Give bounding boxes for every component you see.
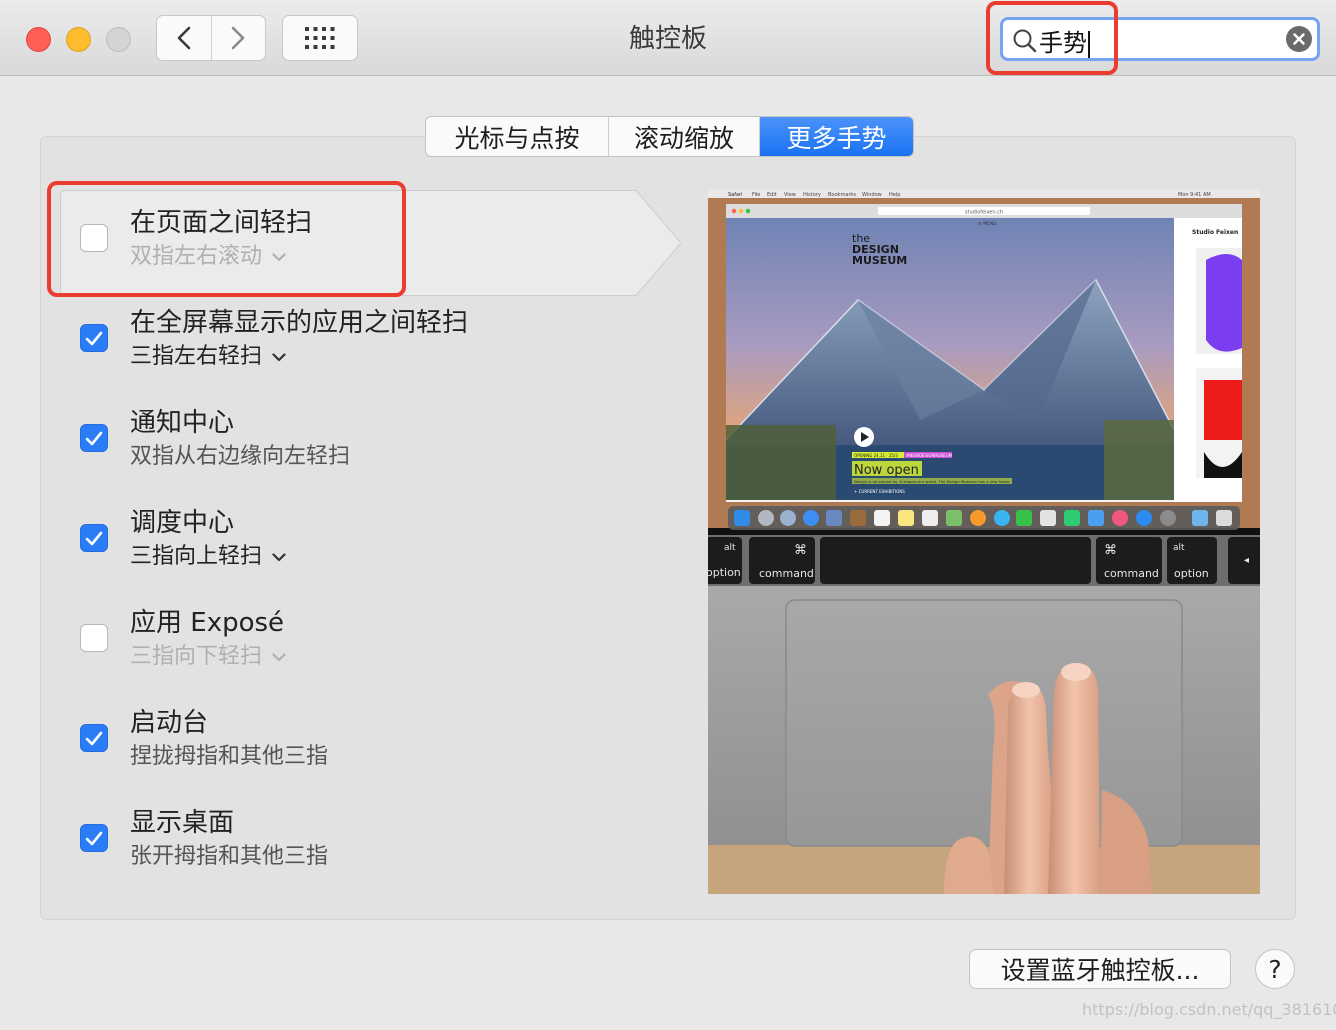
svg-text:⌘: ⌘ <box>1104 543 1117 558</box>
svg-text:option: option <box>708 566 741 579</box>
svg-text:command: command <box>1104 567 1159 580</box>
chevron-down-icon <box>272 652 286 661</box>
gesture-title: 显示桌面 <box>130 808 235 838</box>
svg-text:Help: Help <box>889 192 900 198</box>
svg-text:≡ MENU: ≡ MENU <box>978 221 997 227</box>
checkbox[interactable] <box>80 324 108 352</box>
svg-text:◂: ◂ <box>1244 555 1249 566</box>
grid-icon <box>305 27 335 49</box>
tab-more-gestures[interactable]: 更多手势 <box>759 117 913 156</box>
setup-bluetooth-trackpad-button[interactable]: 设置蓝牙触控板... <box>969 949 1231 989</box>
checkmark-icon <box>85 831 103 845</box>
key-alt-left: alt <box>724 543 736 553</box>
clear-search-button[interactable] <box>1286 26 1312 52</box>
search-field[interactable]: 手势 <box>1000 17 1320 61</box>
gesture-subtitle: 双指从右边缘向左轻扫 <box>130 444 351 469</box>
checkbox[interactable] <box>80 824 108 852</box>
svg-text:Bookmarks: Bookmarks <box>828 192 856 198</box>
search-query-wrapper: 手势 <box>1039 23 1090 58</box>
gesture-option-menu[interactable]: 双指左右滚动 <box>130 238 286 270</box>
forward-button[interactable] <box>210 16 266 60</box>
svg-text:Design is all around us. It sh: Design is all around us. It shapes our w… <box>854 479 1010 484</box>
svg-text:Studio Feixen: Studio Feixen <box>1192 229 1238 236</box>
svg-text:View: View <box>784 192 796 198</box>
svg-text:Mon 9:41 AM: Mon 9:41 AM <box>1178 192 1211 198</box>
gesture-option-menu[interactable]: 三指向下轻扫 <box>130 638 286 670</box>
checkmark-icon <box>85 331 103 345</box>
close-window-button[interactable] <box>26 27 51 52</box>
gesture-title: 启动台 <box>130 708 209 738</box>
window-title: 触控板 <box>628 24 707 54</box>
chevron-right-icon <box>231 26 245 50</box>
svg-text:Edit: Edit <box>767 192 777 198</box>
checkmark-icon <box>85 431 103 445</box>
checkmark-icon <box>85 531 103 545</box>
gesture-subtitle: 三指向下轻扫 <box>130 644 263 669</box>
svg-text:File: File <box>752 192 760 198</box>
svg-text:#NEWDESIGNMUSEUM: #NEWDESIGNMUSEUM <box>906 453 953 458</box>
svg-text:MUSEUM: MUSEUM <box>852 254 907 267</box>
chevron-down-icon <box>272 352 286 361</box>
watermark: https://blog.csdn.net/qq_38161040 <box>1082 1000 1336 1019</box>
chevron-down-icon <box>272 252 286 261</box>
close-icon <box>1293 33 1305 45</box>
svg-text:option: option <box>1174 567 1209 580</box>
svg-text:alt: alt <box>1173 543 1185 553</box>
svg-text:command: command <box>759 567 814 580</box>
gesture-title: 在全屏幕显示的应用之间轻扫 <box>130 308 469 338</box>
gesture-option-menu[interactable]: 三指左右轻扫 <box>130 338 286 370</box>
gesture-subtitle: 张开拇指和其他三指 <box>130 844 329 869</box>
svg-text:Window: Window <box>862 192 882 198</box>
preview-illustration: Safari File Edit View History Bookmarks … <box>708 190 1260 894</box>
svg-text:⌘: ⌘ <box>794 543 807 558</box>
gesture-title: 调度中心 <box>130 508 235 538</box>
text-caret <box>1088 30 1090 58</box>
svg-text:History: History <box>803 192 821 198</box>
navigation-buttons <box>156 15 266 61</box>
title-bar: 触控板 手势 <box>0 0 1336 76</box>
preview-menubar-app: Safari <box>728 192 743 198</box>
zoom-window-button <box>106 27 131 52</box>
back-button[interactable] <box>157 16 211 60</box>
gesture-subtitle: 三指左右轻扫 <box>130 344 263 369</box>
tab-bar: 光标与点按 滚动缩放 更多手势 <box>425 116 914 157</box>
checkmark-icon <box>85 731 103 745</box>
checkbox[interactable] <box>80 424 108 452</box>
chevron-left-icon <box>177 26 191 50</box>
gesture-option-menu[interactable]: 三指向上轻扫 <box>130 538 286 570</box>
gesture-subtitle: 三指向上轻扫 <box>130 544 263 569</box>
show-all-button[interactable] <box>282 15 358 61</box>
help-button[interactable]: ? <box>1255 949 1295 989</box>
minimize-window-button[interactable] <box>66 27 91 52</box>
search-query: 手势 <box>1039 29 1087 57</box>
checkbox[interactable] <box>80 224 108 252</box>
chevron-down-icon <box>272 552 286 561</box>
search-icon <box>1013 29 1037 53</box>
checkbox[interactable] <box>80 724 108 752</box>
gesture-subtitle: 捏拢拇指和其他三指 <box>130 744 329 769</box>
checkbox[interactable] <box>80 524 108 552</box>
svg-text:+ CURRENT EXHIBITIONS: + CURRENT EXHIBITIONS <box>854 489 905 494</box>
gesture-title: 通知中心 <box>130 408 235 438</box>
gesture-subtitle: 双指左右滚动 <box>130 244 263 269</box>
gesture-title: 在页面之间轻扫 <box>130 208 313 238</box>
svg-text:studiofeixen.ch: studiofeixen.ch <box>965 210 1003 216</box>
tab-scroll-zoom[interactable]: 滚动缩放 <box>608 117 759 156</box>
svg-text:Now open: Now open <box>854 463 919 478</box>
tab-point-and-click[interactable]: 光标与点按 <box>426 117 608 156</box>
gesture-preview-video: Safari File Edit View History Bookmarks … <box>708 190 1260 894</box>
checkbox[interactable] <box>80 624 108 652</box>
gesture-title: 应用 Exposé <box>130 608 285 638</box>
svg-text:OPENING 24.11 · 25/3: OPENING 24.11 · 25/3 <box>854 453 898 458</box>
